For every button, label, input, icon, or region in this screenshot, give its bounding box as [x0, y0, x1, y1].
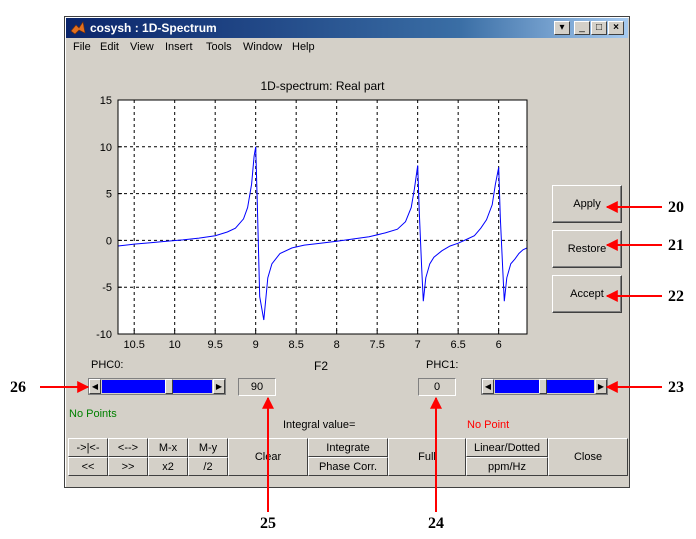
integrate-button[interactable]: Integrate [308, 438, 388, 457]
zoom-out-x-button[interactable]: <--> [108, 438, 148, 457]
dock-icon[interactable]: ▾ [554, 21, 570, 35]
menu-file[interactable]: File [73, 41, 91, 53]
phc0-left-arrow-icon[interactable]: ◀ [89, 379, 101, 394]
menu-bar: File Edit View Insert Tools Window Help [66, 38, 628, 56]
phc0-right-arrow-icon[interactable]: ▶ [213, 379, 225, 394]
callout-21: 21 [668, 237, 684, 254]
menu-insert[interactable]: Insert [165, 41, 193, 53]
callout-26: 26 [10, 379, 26, 396]
menu-help[interactable]: Help [292, 41, 315, 53]
plot-background [118, 100, 527, 334]
phc0-slider-thumb[interactable] [165, 379, 173, 394]
phc1-left-arrow-icon[interactable]: ◀ [482, 379, 494, 394]
y-tick-label: 15 [100, 95, 112, 107]
y-tick-label: -5 [102, 282, 112, 294]
accept-button[interactable]: Accept [552, 275, 622, 313]
y-tick-label: -10 [96, 329, 112, 341]
callout-24: 24 [428, 515, 444, 532]
phase-corr-button[interactable]: Phase Corr. [308, 457, 388, 476]
chart-title: 1D-spectrum: Real part [260, 79, 385, 93]
mx-button[interactable]: M-x [148, 438, 188, 457]
y-tick-label: 10 [100, 142, 112, 154]
matlab-logo-icon [70, 20, 86, 36]
x-tick-label: 6.5 [451, 339, 466, 351]
menu-edit[interactable]: Edit [100, 41, 119, 53]
phc1-slider-thumb[interactable] [539, 379, 547, 394]
ppm-hz-button[interactable]: ppm/Hz [466, 457, 548, 476]
left-status-text: No Points [69, 408, 117, 420]
x-tick-label: 10.5 [123, 339, 144, 351]
integral-value-label: Integral value= [283, 419, 356, 431]
phc0-slider[interactable]: ◀ ▶ [88, 378, 226, 395]
phc1-label: PHC1: [426, 359, 459, 371]
x-axis-label: F2 [314, 359, 329, 373]
phc1-right-arrow-icon[interactable]: ▶ [595, 379, 607, 394]
title-bar[interactable]: cosysh : 1D-Spectrum ▾ _ □ × [66, 18, 628, 38]
phc0-label: PHC0: [91, 359, 124, 371]
callout-23: 23 [668, 379, 684, 396]
shift-left-button[interactable]: << [68, 457, 108, 476]
x-tick-label: 9 [253, 339, 259, 351]
spectrum-plot: 1D-spectrum: Real part 10.5 10 9.5 9 8.5 8 7.5 7… [96, 79, 528, 351]
half-button[interactable]: /2 [188, 457, 228, 476]
x-tick-label: 8.5 [289, 339, 304, 351]
restore-button[interactable]: Restore [552, 230, 622, 268]
menu-tools[interactable]: Tools [206, 41, 232, 53]
x-tick-label: 7 [415, 339, 421, 351]
right-status-text: No Point [467, 419, 510, 431]
x-tick-label: 6 [496, 339, 502, 351]
minimize-button[interactable]: _ [574, 21, 590, 35]
my-button[interactable]: M-y [188, 438, 228, 457]
linear-dotted-button[interactable]: Linear/Dotted [466, 438, 548, 457]
apply-button[interactable]: Apply [552, 185, 622, 223]
phc1-slider[interactable]: ◀ ▶ [481, 378, 608, 395]
callout-25: 25 [260, 515, 276, 532]
shift-right-button[interactable]: >> [108, 457, 148, 476]
callout-22: 22 [668, 288, 684, 305]
close-button[interactable]: Close [548, 438, 628, 476]
x-tick-label: 9.5 [208, 339, 223, 351]
clear-button[interactable]: Clear [228, 438, 308, 476]
close-window-button[interactable]: × [608, 21, 624, 35]
x-tick-label: 8 [334, 339, 340, 351]
x-tick-label: 10 [169, 339, 181, 351]
maximize-button[interactable]: □ [591, 21, 607, 35]
window-title: cosysh : 1D-Spectrum [90, 21, 217, 35]
phc0-slider-track[interactable] [102, 380, 212, 393]
full-button[interactable]: Full [388, 438, 466, 476]
x2-button[interactable]: x2 [148, 457, 188, 476]
y-tick-label: 0 [106, 235, 112, 247]
phc0-value-field[interactable]: 90 [238, 378, 276, 396]
callout-20: 20 [668, 199, 684, 216]
phc1-value-field[interactable]: 0 [418, 378, 456, 396]
x-tick-label: 7.5 [370, 339, 385, 351]
zoom-in-x-button[interactable]: ->|<- [68, 438, 108, 457]
figure-area: 1D-spectrum: Real part 10.5 10 9.5 9 8.5 8 7.5 7… [66, 57, 628, 487]
app-window: cosysh : 1D-Spectrum ▾ _ □ × File Edit V… [64, 16, 630, 488]
menu-view[interactable]: View [130, 41, 154, 53]
y-tick-label: 5 [106, 189, 112, 201]
menu-window[interactable]: Window [243, 41, 282, 53]
